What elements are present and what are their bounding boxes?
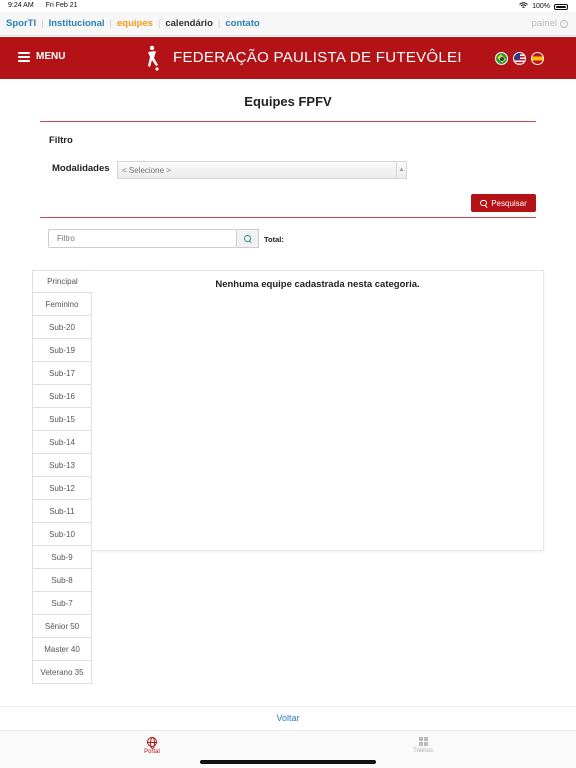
tab-senior-50[interactable]: Sênior 50 — [32, 615, 92, 638]
title-divider — [40, 121, 536, 122]
chevron-down-icon: ▲ — [396, 162, 406, 178]
hamburger-icon — [18, 51, 30, 62]
status-date: Fri Feb 21 — [45, 2, 78, 9]
tab-sub-12[interactable]: Sub-12 — [32, 477, 92, 500]
tab-sub-8[interactable]: Sub-8 — [32, 569, 92, 592]
filter-input[interactable] — [48, 229, 237, 248]
tab-sub-15[interactable]: Sub-15 — [32, 408, 92, 431]
tab-principal[interactable]: Principal — [32, 270, 93, 293]
filter-divider — [40, 217, 536, 218]
nav-separator: | — [157, 18, 161, 29]
site-header: MENU FEDERAÇÃO PAULISTA DE FUTEVÔLEI — [0, 37, 576, 79]
tab-sub-10[interactable]: Sub-10 — [32, 523, 92, 546]
federation-title: FEDERAÇÃO PAULISTA DE FUTEVÔLEI — [173, 49, 462, 66]
tabbar-label-portal: Portal — [144, 749, 160, 755]
tab-sub-7[interactable]: Sub-7 — [32, 592, 92, 615]
tabbar-item-portal[interactable]: Portal — [122, 737, 182, 755]
empty-state-message: Nenhuma equipe cadastrada nesta categori… — [215, 279, 420, 290]
tab-sub-20[interactable]: Sub-20 — [32, 316, 92, 339]
tab-sub-9[interactable]: Sub-9 — [32, 546, 92, 569]
nav-link-sporti[interactable]: SporTI — [6, 18, 36, 29]
page-title: Equipes FPFV — [244, 94, 332, 109]
voltar-link[interactable]: Voltar — [276, 713, 299, 723]
spain-flag-icon[interactable] — [531, 52, 544, 65]
nav-separator: | — [109, 18, 112, 29]
nav-separator: | — [217, 18, 221, 29]
back-bar: Voltar — [0, 706, 576, 730]
category-tabs: Principal Feminino Sub-20 Sub-19 Sub-17 … — [32, 270, 93, 684]
tab-sub-19[interactable]: Sub-19 — [32, 339, 92, 362]
nav-separator: | — [41, 18, 44, 29]
tabbar-item-treinos[interactable]: Treinos — [393, 737, 453, 754]
painel-label: painel — [531, 18, 557, 29]
status-bar: 9:24 AM Fri Feb 21 100% — [0, 0, 576, 12]
tabbar-label-treinos: Treinos — [413, 748, 433, 754]
menu-button[interactable]: MENU — [18, 51, 65, 62]
search-button-label: Pesquisar — [491, 198, 527, 208]
home-indicator — [200, 760, 376, 764]
total-label: Total: — [264, 235, 284, 244]
federation-logo-icon — [148, 45, 159, 71]
brazil-flag-icon[interactable] — [495, 52, 508, 65]
tab-sub-16[interactable]: Sub-16 — [32, 385, 92, 408]
menu-label: MENU — [36, 51, 66, 62]
tab-sub-17[interactable]: Sub-17 — [32, 362, 92, 385]
search-icon — [480, 199, 487, 207]
nav-link-equipes[interactable]: equipes — [117, 18, 153, 29]
status-time: 9:24 AM — [8, 2, 34, 9]
search-button[interactable]: Pesquisar — [471, 194, 536, 212]
tab-sub-14[interactable]: Sub-14 — [32, 431, 92, 454]
nav-link-calendario[interactable]: calendário — [165, 18, 213, 29]
nav-link-institucional[interactable]: Institucional — [49, 18, 105, 29]
tab-master-40[interactable]: Master 40 — [32, 638, 92, 661]
modalidades-select[interactable]: < Selecione > ▲ — [117, 161, 407, 179]
globe-icon — [147, 737, 157, 749]
modalidades-label: Modalidades — [52, 163, 110, 174]
modalidades-selected-value: < Selecione > — [122, 166, 171, 175]
nav-link-contato[interactable]: contato — [225, 18, 259, 29]
tab-sub-11[interactable]: Sub-11 — [32, 500, 92, 523]
tab-feminino[interactable]: Feminino — [32, 293, 92, 316]
grid-icon — [418, 737, 428, 746]
teams-panel: Nenhuma equipe cadastrada nesta categori… — [91, 270, 544, 551]
arrow-right-icon: › — [560, 19, 568, 28]
filter-heading: Filtro — [49, 135, 73, 146]
wifi-icon — [519, 2, 528, 11]
tab-veterano-35[interactable]: Veterano 35 — [32, 661, 92, 684]
language-switcher — [495, 52, 544, 65]
usa-flag-icon[interactable] — [513, 52, 526, 65]
filter-search-button[interactable] — [237, 229, 259, 248]
battery-percent: 100% — [532, 3, 550, 10]
search-icon — [244, 235, 251, 242]
battery-icon — [554, 3, 568, 10]
top-nav: SporTI | Institucional | equipes | calen… — [0, 12, 576, 36]
painel-link[interactable]: painel › — [532, 18, 568, 29]
tab-sub-13[interactable]: Sub-13 — [32, 454, 92, 477]
